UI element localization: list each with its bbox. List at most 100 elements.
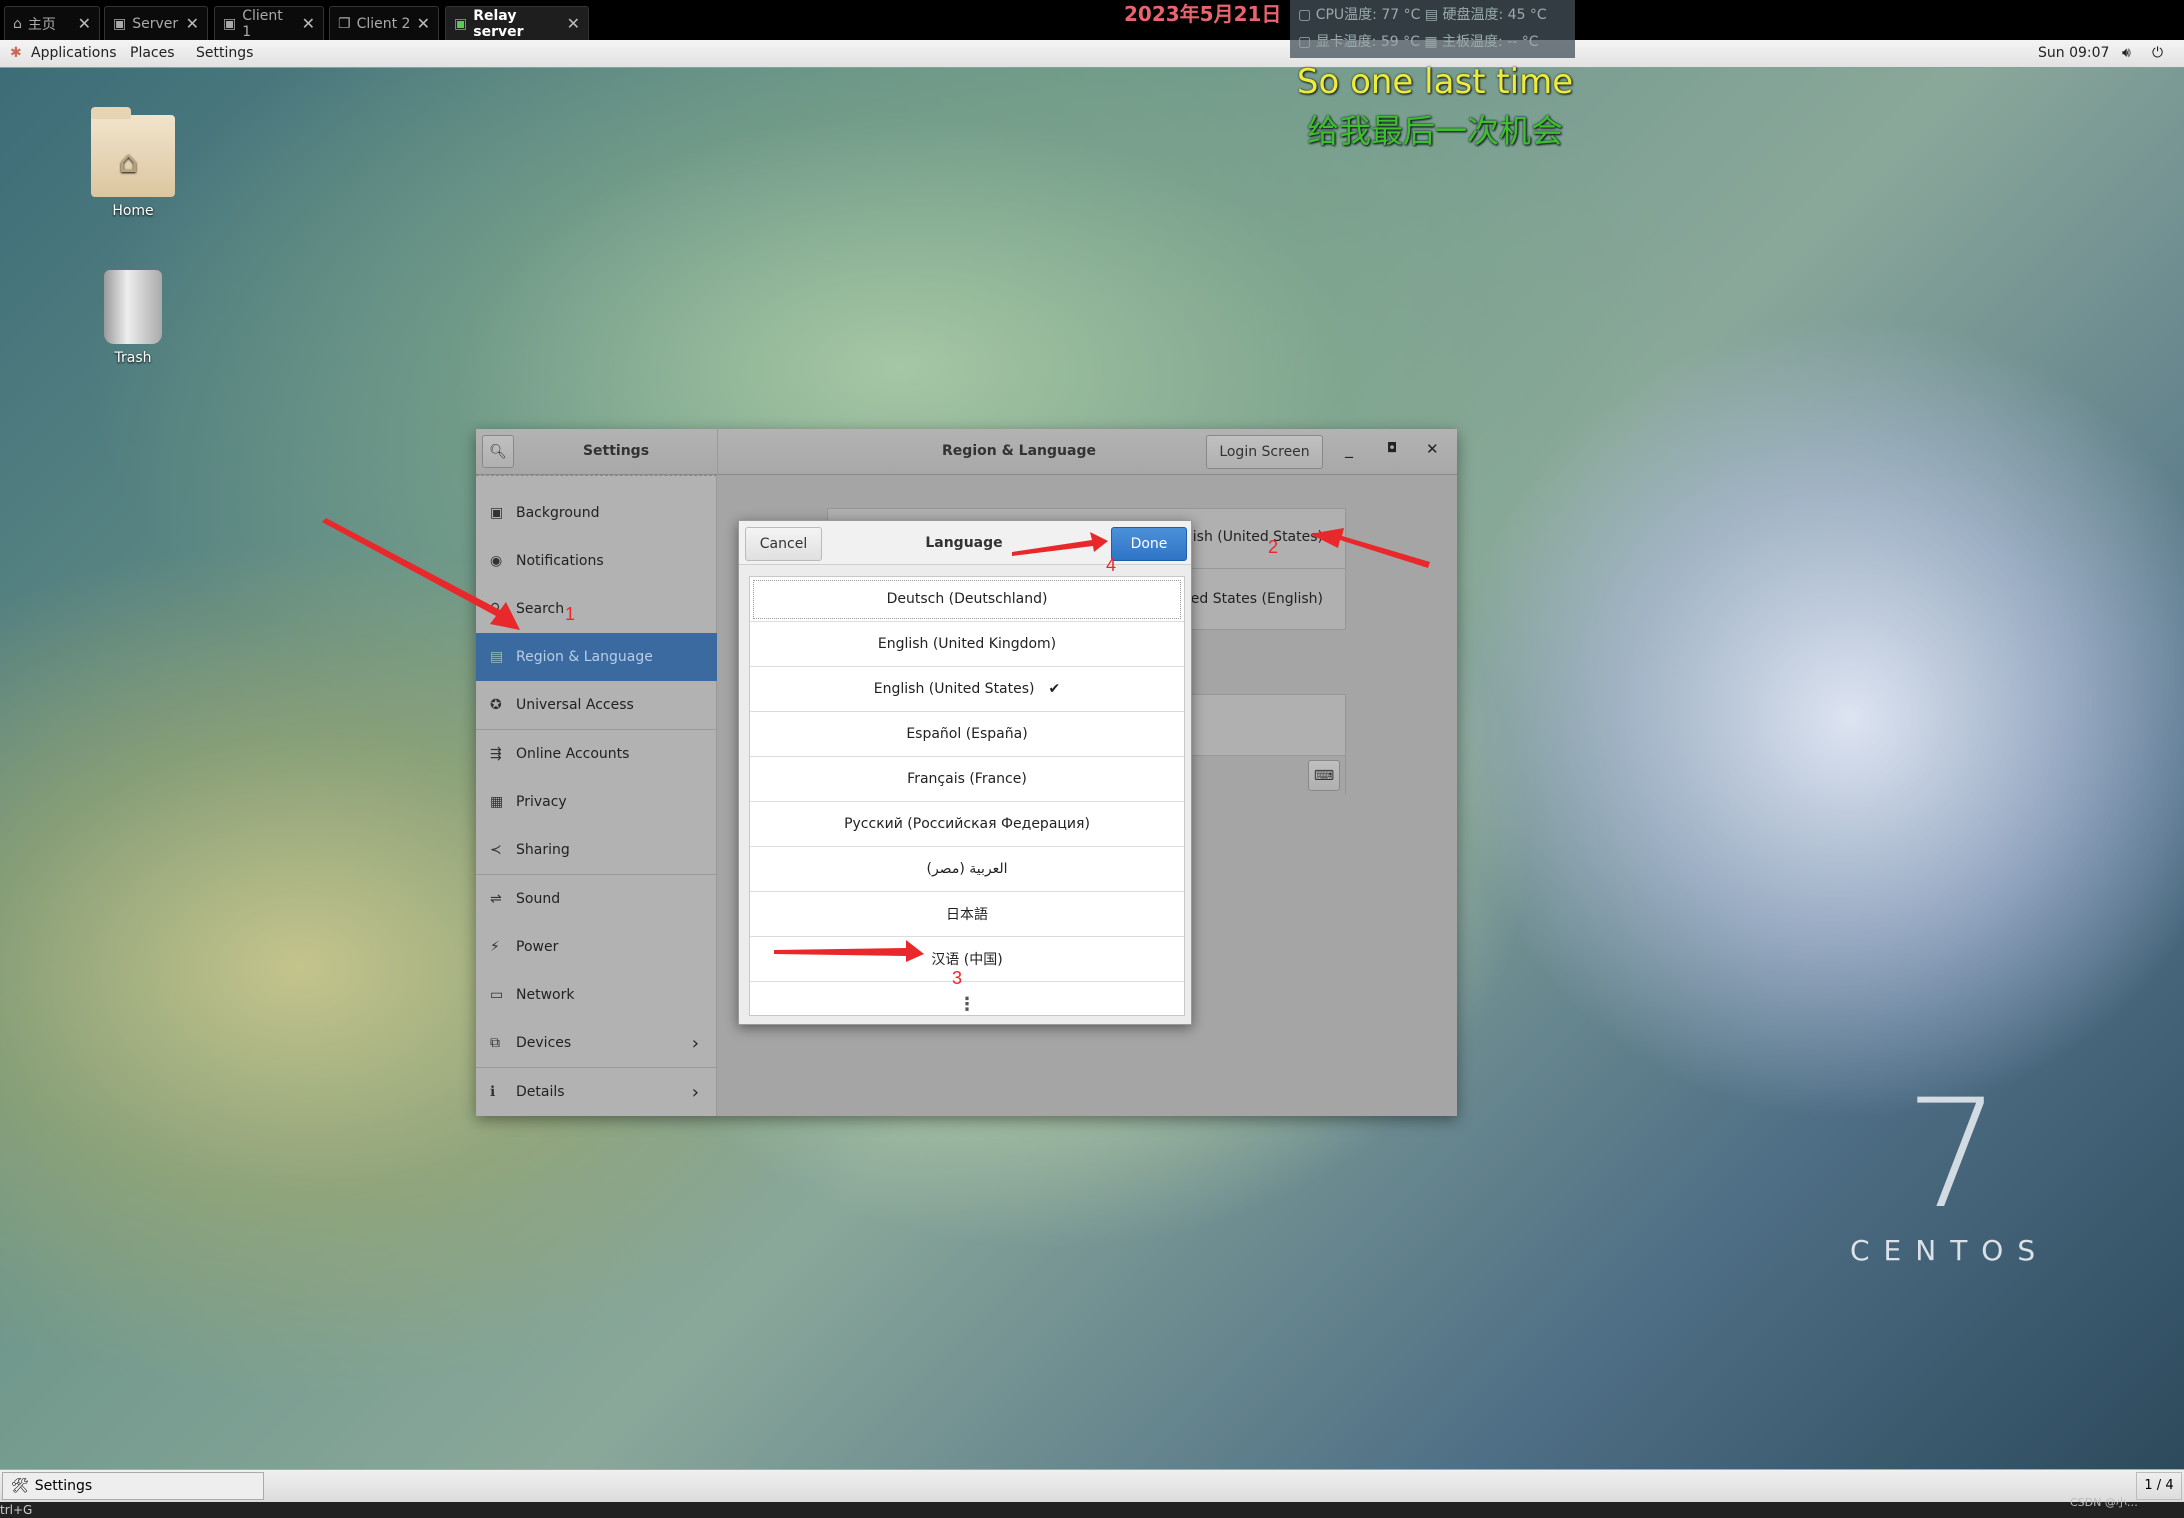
- sound-icon: ⇌: [490, 891, 502, 907]
- power-icon[interactable]: ⏻: [2152, 45, 2163, 61]
- tab-client-2[interactable]: ❐ Client 2 ✕: [329, 6, 439, 40]
- sidebar-item-background[interactable]: ▣ Background: [476, 489, 717, 537]
- language-row-en-us[interactable]: English (United States) ✔: [750, 667, 1184, 712]
- search-icon: ⚲: [490, 601, 501, 617]
- board-icon: ▦: [1424, 34, 1438, 50]
- trash-icon: [104, 270, 162, 344]
- sidebar-item-network[interactable]: ▭ Network: [476, 971, 717, 1019]
- language-row-ar[interactable]: العربية (مصر): [750, 847, 1184, 892]
- language-row-fr[interactable]: Français (France): [750, 757, 1184, 802]
- language-dialog: Cancel Language Done Deutsch (Deutschlan…: [738, 520, 1192, 1025]
- home-icon: ⌂: [13, 15, 22, 32]
- region-icon: ▤: [490, 649, 504, 665]
- close-icon[interactable]: ✕: [302, 14, 315, 33]
- language-row-es[interactable]: Español (España): [750, 712, 1184, 757]
- panel-title: Region & Language: [942, 443, 1096, 459]
- language-row-en-gb[interactable]: English (United Kingdom): [750, 622, 1184, 667]
- top-panel: ✱ Applications Places Settings Sun 09:07…: [0, 40, 2184, 68]
- cpu-icon: ▢: [1298, 7, 1312, 23]
- gpu-icon: ▢: [1298, 34, 1312, 50]
- desktop-icon-home[interactable]: ⌂ Home: [73, 107, 193, 219]
- info-icon: ℹ: [490, 1084, 496, 1100]
- centos-logo-number: 7: [1905, 1068, 2001, 1242]
- settings-menu[interactable]: Settings: [196, 45, 253, 61]
- search-icon: 🔍︎: [489, 443, 507, 460]
- power-icon: ⚡︎: [490, 939, 500, 955]
- keyboard-icon: ⌨: [1313, 767, 1335, 784]
- dialog-title: Language: [925, 535, 1003, 551]
- chevron-right-icon: ›: [691, 1081, 699, 1103]
- sidebar-item-notifications[interactable]: ◉ Notifications: [476, 537, 717, 585]
- clock[interactable]: Sun 09:07: [2038, 45, 2109, 61]
- settings-title: Settings: [582, 443, 650, 459]
- sidebar-item-details[interactable]: ℹ Details ›: [476, 1068, 717, 1116]
- sidebar-item-devices[interactable]: ⧉ Devices ›: [476, 1019, 717, 1067]
- taskbar-window-settings[interactable]: 🛠︎ Settings: [2, 1472, 264, 1500]
- close-icon[interactable]: ✕: [78, 14, 91, 33]
- sidebar-item-sharing[interactable]: ≺ Sharing: [476, 826, 717, 874]
- temperature-widget: ▢ CPU温度: 77 °C ▤ 硬盘温度: 45 °C ▢ 显卡温度: 59 …: [1290, 0, 1575, 58]
- settings-sidebar: ▣ Background ◉ Notifications ⚲ Search ▤ Regi…: [476, 475, 717, 1116]
- login-screen-button[interactable]: Login Screen: [1206, 435, 1323, 469]
- lyric-line-english: So one last time: [1296, 62, 1574, 102]
- language-row-de[interactable]: Deutsch (Deutschland): [750, 577, 1184, 622]
- remote-icon: ▣: [223, 15, 237, 32]
- close-button[interactable]: ✕: [1426, 440, 1439, 458]
- keyboard-layout-button[interactable]: ⌨: [1308, 760, 1340, 791]
- close-icon[interactable]: ✕: [567, 14, 580, 33]
- tab-relay-server[interactable]: ▣ Relay server ✕: [445, 6, 589, 40]
- workspace-switcher[interactable]: 1 / 4: [2136, 1472, 2182, 1500]
- privacy-icon: ▦: [490, 794, 504, 810]
- remote-status-bar: trl+G CSDN @小…: [0, 1496, 2184, 1518]
- applications-icon: ✱: [10, 45, 22, 61]
- window-icon: ❐: [338, 15, 351, 32]
- remote-icon: ▣: [454, 15, 468, 32]
- volume-icon[interactable]: 🔊︎: [2122, 45, 2131, 61]
- done-button[interactable]: Done: [1111, 527, 1187, 561]
- language-row-ru[interactable]: Русский (Российская Федерация): [750, 802, 1184, 847]
- header-bar: 🔍︎ Settings Region & Language Login Scre…: [476, 429, 1457, 475]
- tab-home[interactable]: ⌂ 主页 ✕: [4, 6, 100, 40]
- language-row-ja[interactable]: 日本語: [750, 892, 1184, 937]
- search-button[interactable]: 🔍︎: [482, 435, 514, 468]
- share-icon: ≺: [490, 842, 502, 858]
- centos-logo-text: CENTOS: [1850, 1234, 2050, 1267]
- lyric-line-chinese: 给我最后一次机会: [1306, 112, 1563, 150]
- places-menu[interactable]: Places: [130, 45, 175, 61]
- chevron-right-icon: ›: [691, 1032, 699, 1054]
- notifications-icon: ◉: [490, 553, 503, 569]
- tab-client-1[interactable]: ▣ Client 1 ✕: [214, 6, 324, 40]
- checkmark-icon: ✔: [1048, 681, 1061, 697]
- devices-icon: ⧉: [490, 1035, 500, 1051]
- bottom-taskbar: 🛠︎ Settings 1 / 4: [0, 1469, 2184, 1502]
- maximize-button[interactable]: ◘: [1387, 441, 1397, 456]
- sidebar-item-region-language[interactable]: ▤ Region & Language: [476, 633, 717, 681]
- minimize-button[interactable]: _: [1345, 439, 1353, 458]
- desktop-icon-trash[interactable]: Trash: [73, 270, 193, 366]
- watermark: CSDN @小…: [2070, 1496, 2138, 1509]
- tab-server[interactable]: ▣ Server ✕: [104, 6, 208, 40]
- overlay-date: 2023年5月21日: [1124, 2, 1282, 26]
- language-list: Deutsch (Deutschland) English (United Ki…: [749, 576, 1185, 1016]
- cancel-button[interactable]: Cancel: [745, 527, 822, 561]
- close-icon[interactable]: ✕: [186, 14, 199, 33]
- accessibility-icon: ✪: [490, 697, 502, 713]
- close-icon[interactable]: ✕: [417, 14, 430, 33]
- sidebar-item-privacy[interactable]: ▦ Privacy: [476, 778, 717, 826]
- network-icon: ▭: [490, 987, 504, 1003]
- remote-icon: ▣: [113, 15, 127, 32]
- disk-icon: ▤: [1424, 7, 1439, 23]
- applications-menu[interactable]: Applications: [31, 45, 117, 61]
- folder-icon: ⌂: [91, 107, 175, 197]
- settings-icon: 🛠︎: [11, 1478, 29, 1494]
- sidebar-item-power[interactable]: ⚡︎ Power: [476, 923, 717, 971]
- sidebar-item-search[interactable]: ⚲ Search: [476, 585, 717, 633]
- sidebar-item-sound[interactable]: ⇌ Sound: [476, 875, 717, 923]
- background-icon: ▣: [490, 505, 504, 521]
- online-accounts-icon: ⇶: [490, 746, 502, 762]
- sidebar-item-universal-access[interactable]: ✪ Universal Access: [476, 681, 717, 729]
- more-languages-button[interactable]: ⋮: [750, 982, 1184, 1027]
- language-row-zh[interactable]: 汉语 (中国): [750, 937, 1184, 982]
- remote-tab-bar: ⌂ 主页 ✕ ▣ Server ✕ ▣ Client 1 ✕ ❐ Client 2 ✕ ▣ Rel…: [0, 0, 2184, 40]
- sidebar-item-online-accounts[interactable]: ⇶ Online Accounts: [476, 730, 717, 778]
